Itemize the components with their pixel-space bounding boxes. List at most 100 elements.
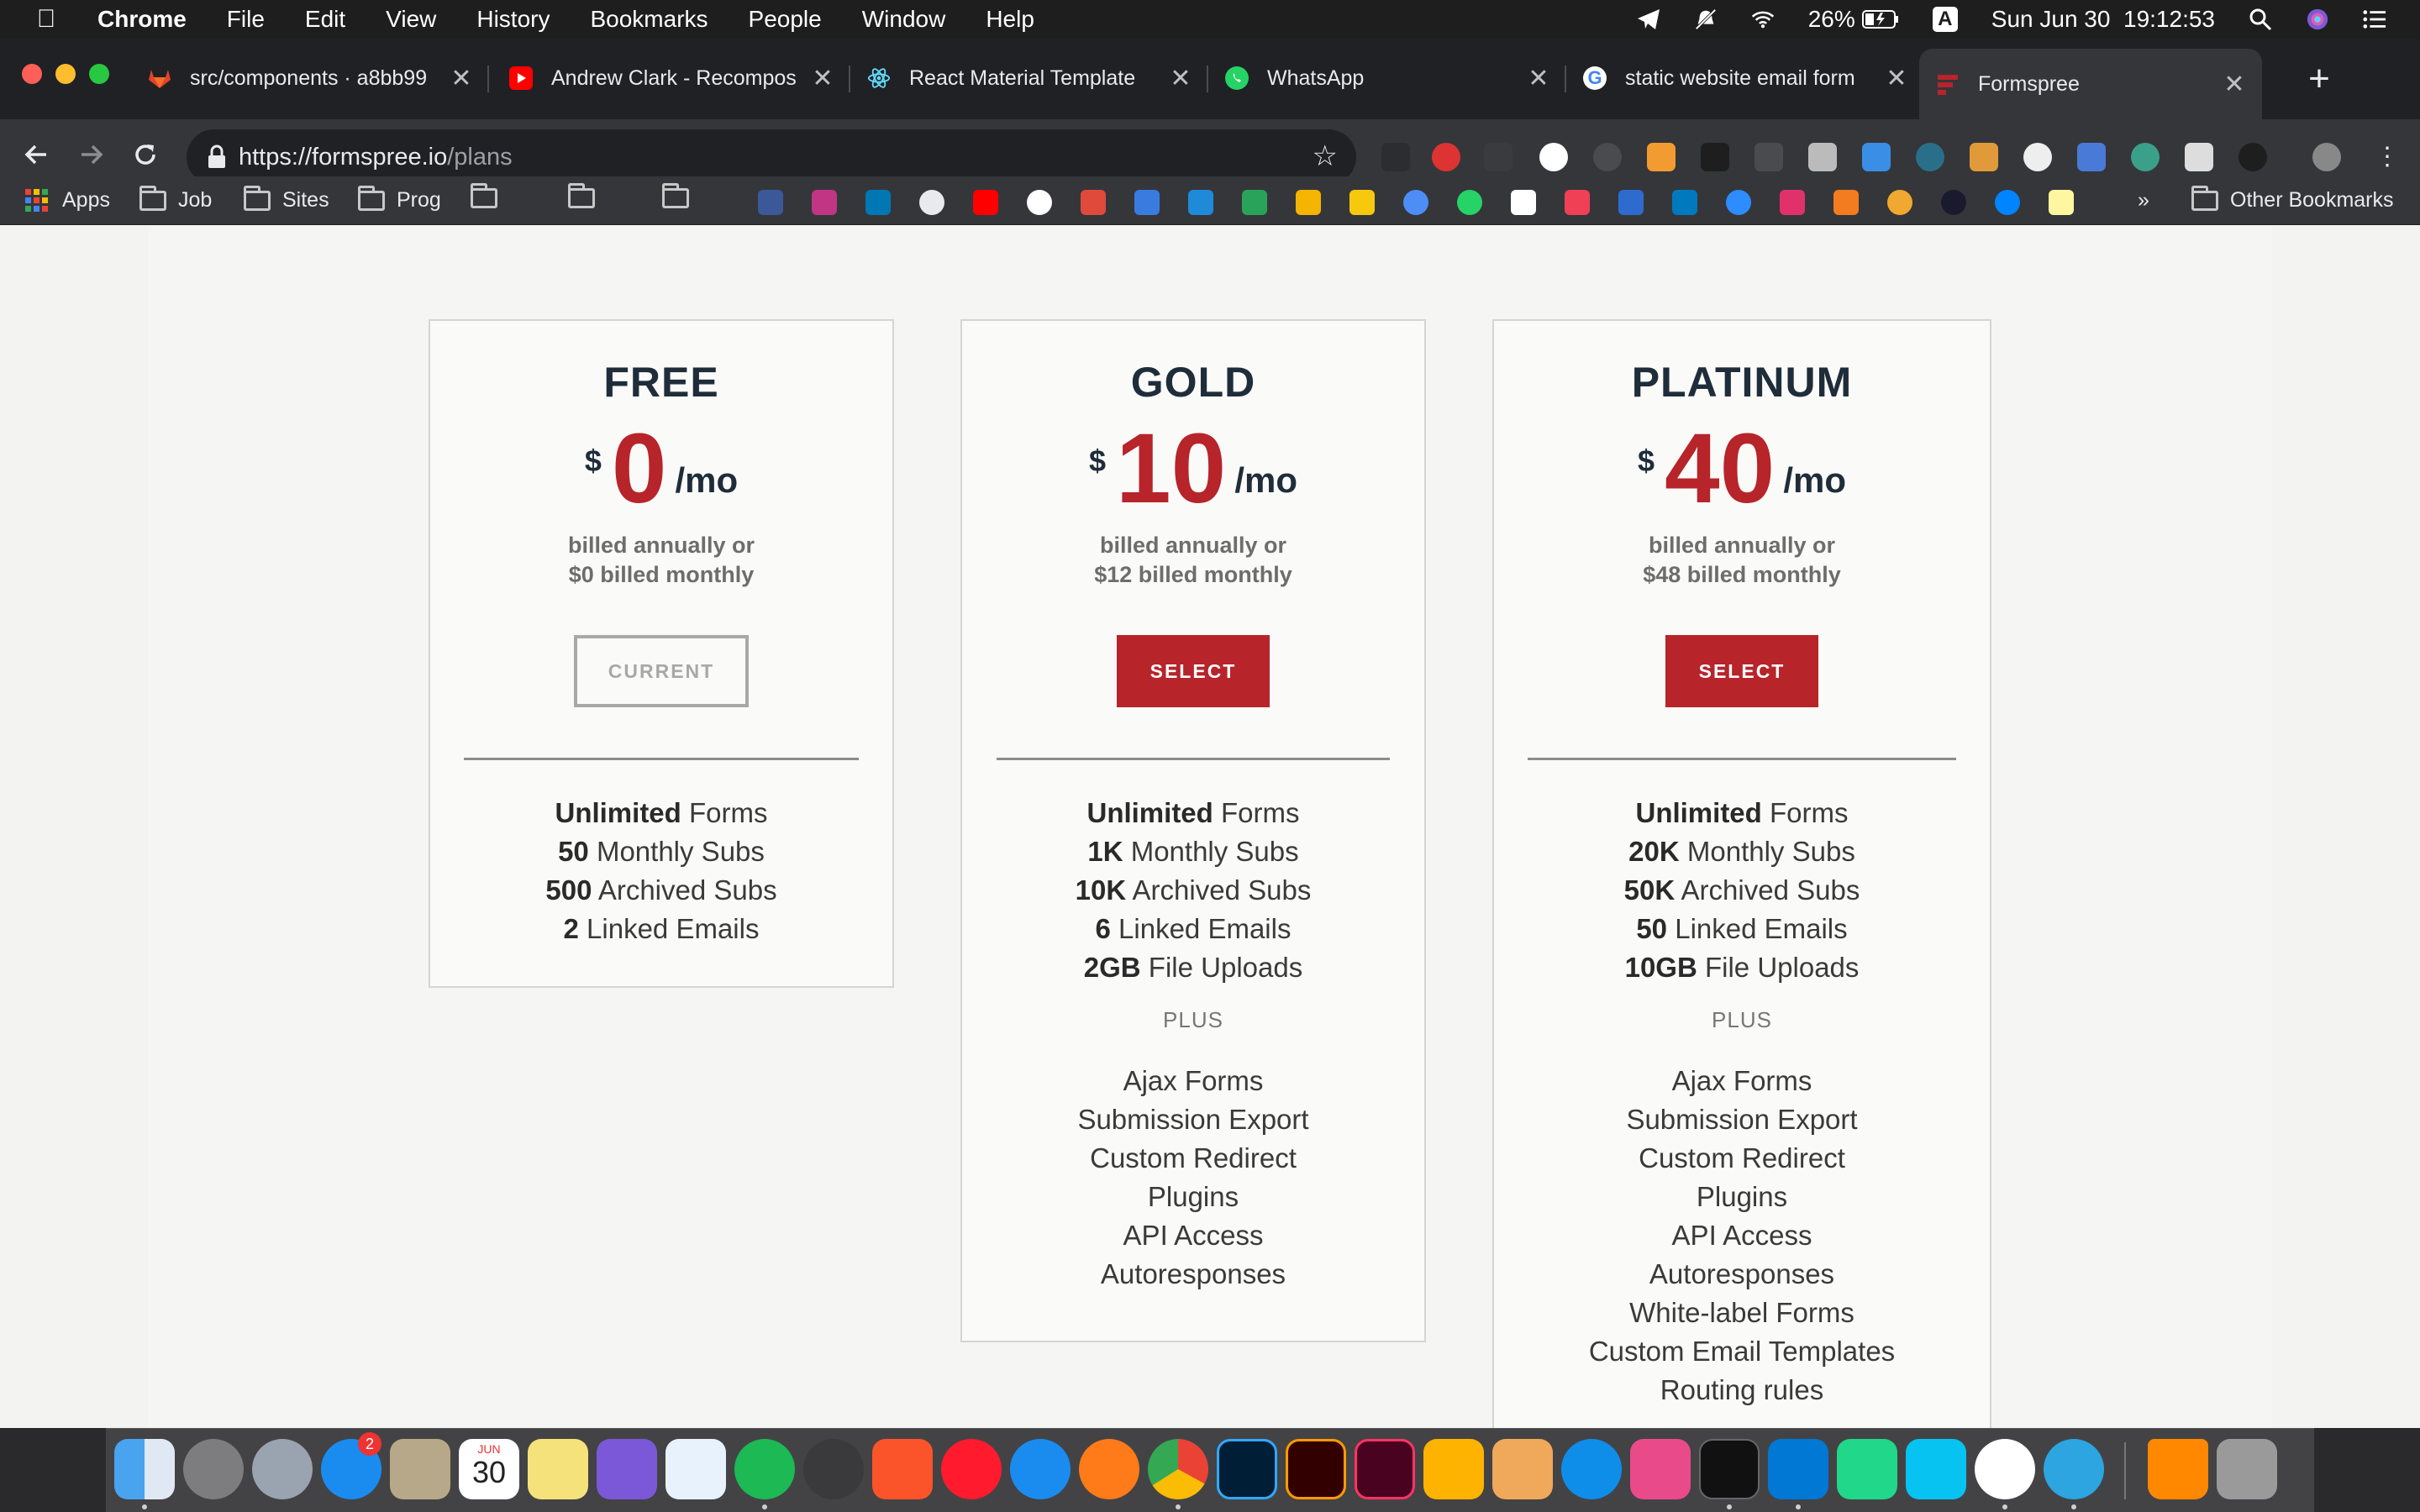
cleanmymac-icon[interactable] <box>1630 1439 1691 1499</box>
chrome-menu-icon[interactable]: ⋮ <box>2368 138 2407 176</box>
github-icon[interactable] <box>919 190 944 215</box>
launchpad-icon[interactable] <box>252 1439 313 1499</box>
tab-close-icon[interactable]: ✕ <box>2220 70 2249 99</box>
menubar-clock[interactable]: Sun Jun 30 19:12:53 <box>1991 6 2215 33</box>
system-preferences-icon[interactable] <box>183 1439 244 1499</box>
menu-app-name[interactable]: Chrome <box>97 6 187 33</box>
battery-status[interactable]: 26% <box>1808 6 1899 33</box>
firefox-icon[interactable] <box>1079 1439 1139 1499</box>
bookmark-folder-unnamed-3[interactable] <box>662 183 701 208</box>
menu-help[interactable]: Help <box>986 6 1034 33</box>
brave-icon[interactable] <box>872 1439 933 1499</box>
bread-icon[interactable] <box>1887 190 1912 215</box>
apple-menu-icon[interactable]:  <box>22 5 71 34</box>
select-gold-button[interactable]: SELECT <box>1117 635 1270 707</box>
bookmark-folder-sites[interactable]: Sites <box>244 185 329 213</box>
tab-formspree-active[interactable]: Formspree ✕ <box>1919 49 2262 119</box>
spotify-icon[interactable] <box>734 1439 795 1499</box>
adblock-icon[interactable] <box>1432 143 1460 171</box>
window-close-button[interactable] <box>22 64 42 84</box>
tab-close-icon[interactable]: ✕ <box>1166 64 1195 93</box>
bookmarks-overflow-button[interactable]: » <box>2138 188 2149 213</box>
notes-icon[interactable] <box>2049 190 2074 215</box>
new-tab-button[interactable]: + <box>2296 55 2343 102</box>
terminal-icon[interactable] <box>1699 1439 1760 1499</box>
box-icon[interactable] <box>1833 190 1859 215</box>
back-arrow-icon[interactable] <box>17 138 55 176</box>
stickies-icon[interactable] <box>528 1439 588 1499</box>
window-extension-icon[interactable] <box>1862 143 1891 171</box>
menu-file[interactable]: File <box>227 6 265 33</box>
extension-recycle-icon[interactable] <box>1484 143 1512 171</box>
menu-people[interactable]: People <box>749 6 822 33</box>
sheets-icon[interactable] <box>1242 190 1267 215</box>
whatsapp-icon[interactable] <box>1457 190 1482 215</box>
icloud-icon[interactable] <box>666 1439 726 1499</box>
current-plan-button[interactable]: CURRENT <box>574 635 749 707</box>
tab-close-icon[interactable]: ✕ <box>1524 64 1553 93</box>
tab-youtube[interactable]: Andrew Clark - Recompos ✕ <box>509 49 837 108</box>
telegram-status-icon[interactable] <box>1637 8 1660 31</box>
play-icon[interactable] <box>1188 190 1213 215</box>
invision-icon[interactable] <box>1780 190 1805 215</box>
calculator-icon[interactable] <box>390 1439 450 1499</box>
profile-avatar[interactable] <box>2312 143 2341 171</box>
wappalyzer-icon[interactable] <box>1970 143 1998 171</box>
menu-edit[interactable]: Edit <box>305 6 345 33</box>
siri-icon[interactable] <box>2306 8 2329 31</box>
calendar-icon[interactable]: JUN 30 <box>459 1439 519 1499</box>
slack-icon[interactable] <box>1975 1439 2035 1499</box>
bookmark-folder-unnamed-1[interactable] <box>471 183 509 208</box>
photoshop-icon[interactable] <box>1217 1439 1277 1499</box>
safari-icon[interactable] <box>1010 1439 1071 1499</box>
react-devtools-icon[interactable] <box>1916 143 1944 171</box>
trello-icon[interactable] <box>1672 190 1697 215</box>
cloud-icon[interactable] <box>1403 190 1428 215</box>
pocket-icon[interactable] <box>1565 190 1590 215</box>
messenger-icon[interactable] <box>1995 190 2020 215</box>
menu-view[interactable]: View <box>386 6 436 33</box>
trash-icon[interactable] <box>2217 1439 2277 1499</box>
todo-icon[interactable] <box>1726 190 1751 215</box>
css-extension-icon[interactable] <box>1754 143 1783 171</box>
tab-close-icon[interactable]: ✕ <box>447 64 476 93</box>
alfred-icon[interactable] <box>803 1439 864 1499</box>
bookmark-folder-unnamed-2[interactable] <box>568 183 607 208</box>
select-platinum-button[interactable]: SELECT <box>1665 635 1818 707</box>
camera-extension-icon[interactable] <box>1808 143 1837 171</box>
bookmark-apps[interactable]: Apps <box>25 188 110 213</box>
input-source-icon[interactable]: A <box>1932 7 1958 32</box>
illustrator-icon[interactable] <box>1286 1439 1346 1499</box>
opera-icon[interactable] <box>941 1439 1002 1499</box>
wifi-icon[interactable] <box>1751 8 1775 31</box>
octopus-extension-icon[interactable] <box>2238 143 2267 171</box>
tv-icon[interactable] <box>1081 190 1106 215</box>
chart-extension-icon[interactable] <box>1647 143 1676 171</box>
diamond-extension-icon[interactable] <box>1539 143 1568 171</box>
tumblr-icon[interactable] <box>1941 190 1966 215</box>
menu-bookmarks[interactable]: Bookmarks <box>590 6 708 33</box>
bookmark-other-bookmarks[interactable]: Other Bookmarks <box>2191 185 2394 213</box>
reload-icon[interactable] <box>126 138 165 176</box>
drive-icon[interactable] <box>1296 190 1321 215</box>
teamviewer-icon[interactable] <box>1561 1439 1622 1499</box>
extension-dark-icon[interactable] <box>1381 143 1410 171</box>
vscode-icon[interactable] <box>1768 1439 1828 1499</box>
finder-icon[interactable] <box>114 1439 175 1499</box>
m-extension-icon[interactable] <box>2131 143 2160 171</box>
keep-icon[interactable] <box>1349 190 1375 215</box>
menu-history[interactable]: History <box>476 6 550 33</box>
tab-google-search[interactable]: G static website email form ✕ <box>1583 49 1911 108</box>
bookmark-folder-job[interactable]: Job <box>139 185 212 213</box>
bookmark-folder-prog[interactable]: Prog <box>358 185 441 213</box>
menu-window[interactable]: Window <box>862 6 946 33</box>
tab-close-icon[interactable]: ✕ <box>808 64 837 93</box>
telegram-icon[interactable] <box>2044 1439 2104 1499</box>
bird-extension-icon[interactable] <box>1701 143 1729 171</box>
pycharm-icon[interactable] <box>1837 1439 1897 1499</box>
tab-react-material[interactable]: React Material Template ✕ <box>867 49 1195 108</box>
window-minimize-button[interactable] <box>55 64 76 84</box>
sketch-icon[interactable] <box>1423 1439 1484 1499</box>
indesign-icon[interactable] <box>1355 1439 1415 1499</box>
spotlight-search-icon[interactable] <box>2249 8 2272 31</box>
